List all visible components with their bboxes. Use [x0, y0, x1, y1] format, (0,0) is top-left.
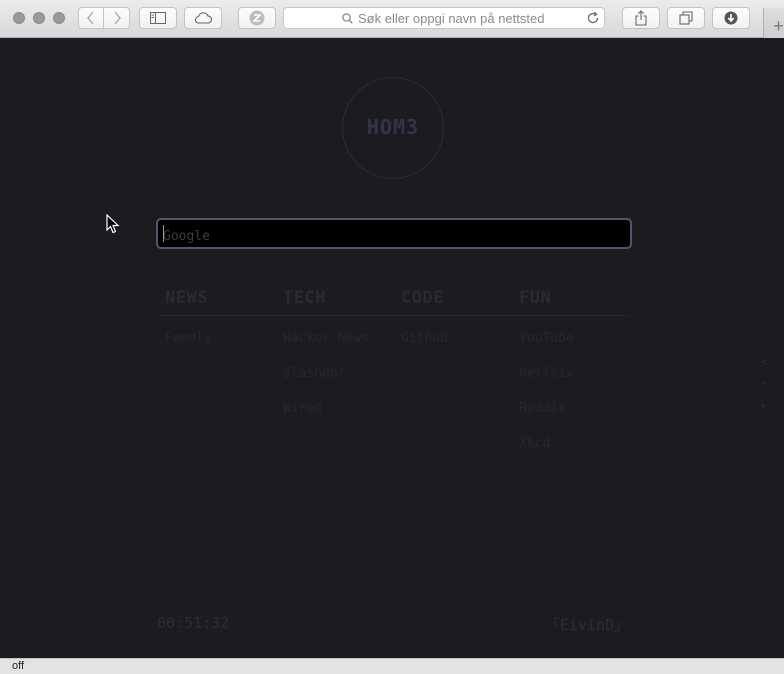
tab-overview-button[interactable] — [667, 7, 705, 29]
category-news: NEWS Feedly — [165, 288, 212, 367]
signature: 「EivinD」 — [544, 616, 629, 634]
share-icon — [635, 10, 647, 26]
link-xkcd[interactable]: Xkcd — [519, 437, 574, 472]
cloud-icon — [194, 12, 212, 24]
category-code: CODE Github — [401, 288, 448, 367]
extension-logo-icon — [249, 10, 265, 26]
category-divider — [157, 315, 629, 316]
sidebar-button[interactable] — [139, 7, 177, 29]
category-title: FUN — [519, 288, 552, 308]
link-feedly[interactable]: Feedly — [165, 332, 212, 367]
chevron-left-icon — [87, 11, 94, 25]
address-bar[interactable]: Søk eller oppgi navn på nettsted — [283, 7, 605, 29]
address-placeholder: Søk eller oppgi navn på nettsted — [358, 11, 545, 26]
forward-button[interactable] — [104, 7, 130, 29]
link-youtube[interactable]: YouTube — [519, 332, 574, 367]
browser-toolbar: Søk eller oppgi navn på nettsted + — [0, 0, 784, 38]
side-scroll-indicator: < • • — [760, 357, 769, 412]
clock: 00:51:32 — [157, 614, 230, 632]
category-title: NEWS — [165, 288, 208, 308]
reload-icon[interactable] — [586, 11, 600, 25]
link-netflix[interactable]: Netflix — [519, 367, 574, 402]
link-github[interactable]: Github — [401, 332, 448, 367]
search-icon — [342, 13, 353, 24]
share-button[interactable] — [622, 7, 660, 29]
link-reddit[interactable]: Reddit — [519, 402, 574, 437]
status-text: off — [12, 660, 25, 672]
link-wired[interactable]: Wired — [283, 402, 369, 437]
text-caret — [163, 225, 164, 242]
tabs-icon — [679, 11, 693, 25]
search-input[interactable] — [156, 218, 632, 249]
mouse-pointer-icon — [106, 214, 120, 234]
new-tab-button[interactable]: + — [763, 8, 784, 38]
category-title: TECH — [283, 288, 326, 308]
icloud-tabs-button[interactable] — [184, 7, 222, 29]
zoom-window-button[interactable] — [53, 12, 65, 24]
link-slashdot[interactable]: Slashdot — [283, 367, 369, 402]
minimize-window-button[interactable] — [33, 12, 45, 24]
downloads-button[interactable] — [712, 7, 750, 29]
category-title: CODE — [401, 288, 444, 308]
download-icon — [724, 11, 738, 25]
category-tech: TECH Hacker News Slashdot Wired — [283, 288, 369, 437]
startpage: HOM3 NEWS Feedly TECH Hacker News Slashd… — [0, 38, 784, 658]
sidebar-icon — [150, 12, 166, 24]
link-hacker-news[interactable]: Hacker News — [283, 332, 369, 367]
logo: HOM3 — [342, 77, 444, 179]
close-window-button[interactable] — [13, 12, 25, 24]
back-button[interactable] — [78, 7, 104, 29]
logo-text: HOM3 — [366, 115, 420, 139]
status-bar: off — [0, 658, 784, 674]
chevron-right-icon — [113, 11, 121, 25]
extension-button[interactable] — [238, 7, 276, 29]
